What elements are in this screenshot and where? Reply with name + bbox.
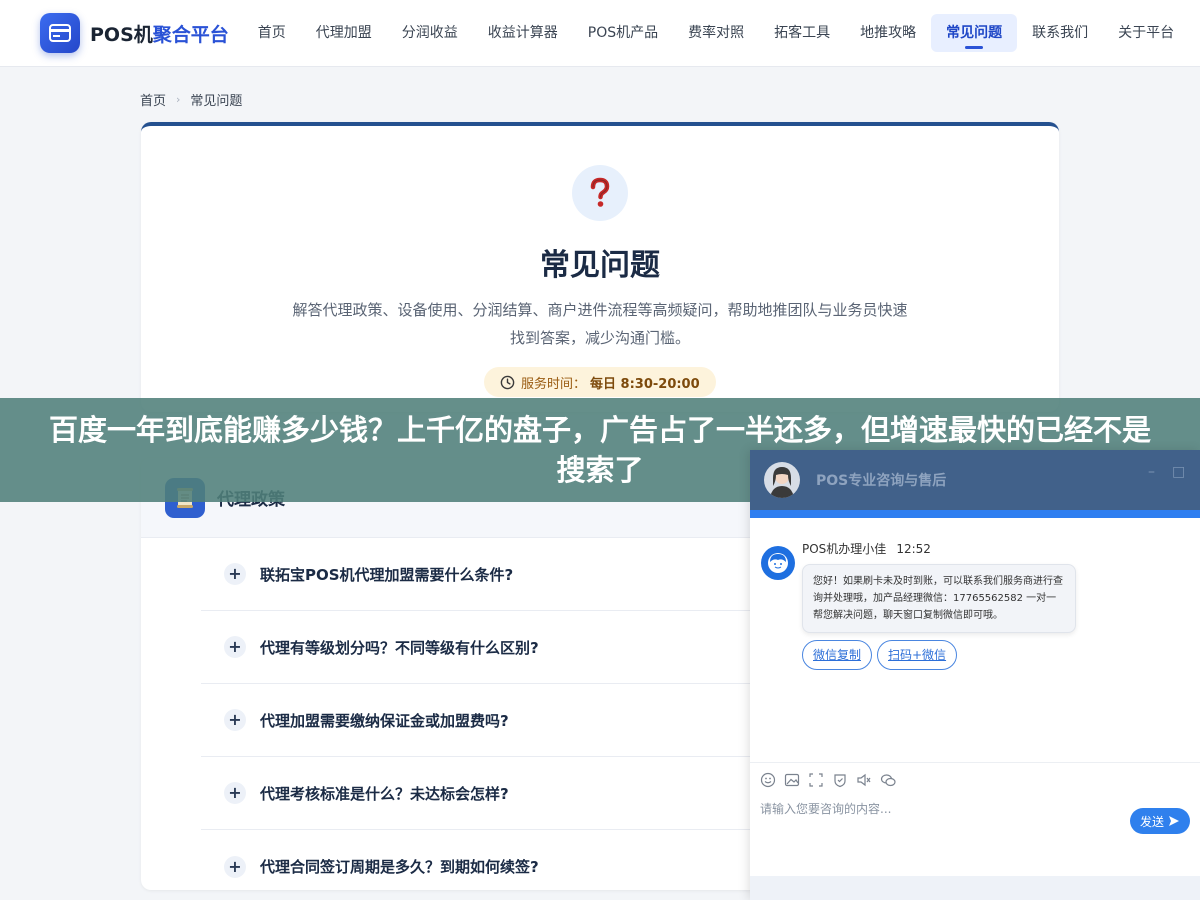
nav-faq[interactable]: 常见问题: [931, 14, 1018, 52]
chat-title: POS专业咨询与售后: [816, 473, 947, 489]
plus-icon[interactable]: +: [224, 782, 246, 804]
faq-question: 代理加盟需要缴纳保证金或加盟费吗?: [260, 711, 509, 730]
message-bubble: 您好！如果刷卡未及时到账，可以联系我们服务商进行查询并处理哦，加产品经理微信：1…: [802, 564, 1076, 633]
send-button[interactable]: 发送: [1130, 808, 1190, 834]
breadcrumb-current: 常见问题: [190, 94, 243, 109]
chat-widget: POS专业咨询与售后 – □ POS机办理小佳 12:52 您好！如果刷卡未及时到…: [750, 450, 1200, 900]
nav-pos-products[interactable]: POS机产品: [573, 14, 673, 52]
chevron-right-icon: ›: [176, 93, 181, 106]
main-nav: 首页 代理加盟 分润收益 收益计算器 POS机产品 费率对照 拓客工具 地推攻略…: [243, 14, 1189, 52]
rate-icon[interactable]: [832, 772, 848, 788]
nav-profit-share[interactable]: 分润收益: [387, 14, 473, 52]
nav-tools[interactable]: 拓客工具: [759, 14, 845, 52]
agent-avatar: [761, 546, 795, 580]
brand-name: POS机聚合平台: [90, 23, 229, 46]
chat-toolbar: [750, 762, 1200, 796]
brand-logo[interactable]: POS机聚合平台: [40, 13, 229, 53]
plus-icon[interactable]: +: [224, 636, 246, 658]
plus-icon[interactable]: +: [224, 709, 246, 731]
nav-rate-compare[interactable]: 费率对照: [673, 14, 759, 52]
chat-header: POS专业咨询与售后 – □: [750, 450, 1200, 510]
chat-messages: POS机办理小佳 12:52 您好！如果刷卡未及时到账，可以联系我们服务商进行查询…: [750, 518, 1200, 770]
image-icon[interactable]: [784, 772, 800, 788]
support-avatar: [764, 462, 800, 498]
page-description: 解答代理政策、设备使用、分润结算、商户进件流程等高频疑问，帮助地推团队与业务员快…: [292, 301, 908, 347]
breadcrumb: 首页 › 常见问题: [140, 90, 242, 109]
emoji-icon[interactable]: [760, 772, 776, 788]
agent-name: POS机办理小佳: [802, 542, 887, 556]
nav-calculator[interactable]: 收益计算器: [473, 14, 573, 52]
scan-wechat-button[interactable]: 扫码+微信: [877, 640, 958, 670]
nav-contact[interactable]: 联系我们: [1017, 14, 1103, 52]
top-navbar: POS机聚合平台 首页 代理加盟 分润收益 收益计算器 POS机产品 费率对照 …: [0, 0, 1200, 67]
plus-icon[interactable]: +: [224, 563, 246, 585]
message-meta: POS机办理小佳 12:52: [802, 540, 931, 557]
nav-about[interactable]: 关于平台: [1103, 14, 1189, 52]
faq-question: 联拓宝POS机代理加盟需要什么条件?: [260, 565, 514, 584]
service-hours-badge: 服务时间： 每日 8:30-20:00: [484, 367, 716, 397]
maximize-icon[interactable]: □: [1172, 465, 1186, 480]
clock-icon: [500, 375, 515, 389]
breadcrumb-home[interactable]: 首页: [140, 90, 166, 109]
chat-window-controls: – □: [1138, 465, 1186, 480]
send-icon: [1169, 816, 1179, 826]
question-mark-icon: [572, 165, 628, 221]
chat-accent-bar: [750, 510, 1200, 518]
faq-question: 代理有等级划分吗？不同等级有什么区别?: [260, 638, 539, 657]
chat-footer: [750, 876, 1200, 900]
faq-hero-card: 常见问题 解答代理政策、设备使用、分润结算、商户进件流程等高频疑问，帮助地推团队…: [141, 122, 1059, 412]
nav-home[interactable]: 首页: [243, 14, 301, 52]
plus-icon[interactable]: +: [224, 855, 246, 878]
page-title: 常见问题: [540, 248, 660, 283]
faq-question: 代理合同签订周期是多久？到期如何续签?: [260, 858, 539, 876]
card-icon: [40, 13, 80, 53]
chat-input[interactable]: 请输入您要咨询的内容...: [760, 800, 891, 817]
screenshot-icon[interactable]: [808, 772, 824, 788]
nav-guides[interactable]: 地推攻略: [845, 14, 931, 52]
chat-bubbles-icon[interactable]: [880, 772, 896, 788]
minimize-icon[interactable]: –: [1148, 465, 1162, 480]
voice-icon[interactable]: [856, 772, 872, 788]
nav-agent-join[interactable]: 代理加盟: [301, 14, 387, 52]
copy-wechat-button[interactable]: 微信复制: [802, 640, 873, 670]
faq-question: 代理考核标准是什么？未达标会怎样?: [260, 784, 509, 803]
message-time: 12:52: [896, 542, 931, 556]
